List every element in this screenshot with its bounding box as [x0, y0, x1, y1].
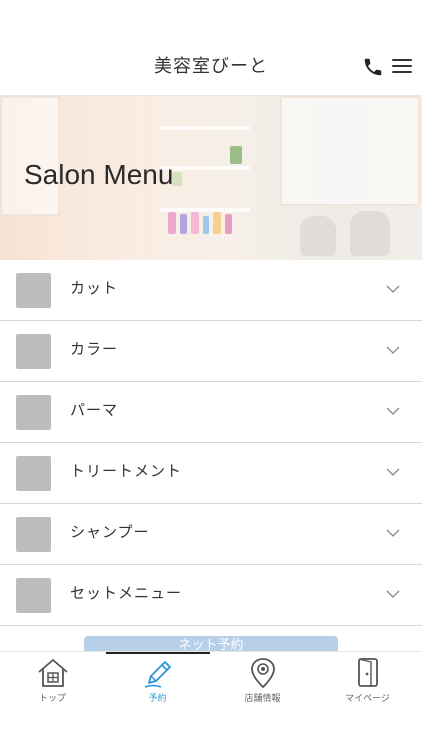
tab-store-info[interactable]: 店舗情報: [210, 652, 315, 712]
menu-thumbnail: [16, 273, 51, 308]
tab-label: 店舗情報: [244, 694, 281, 704]
chevron-down-icon: [386, 468, 400, 476]
chevron-down-icon: [386, 590, 400, 598]
menu-line: [392, 59, 412, 61]
hero-title: Salon Menu: [24, 159, 174, 190]
page-title: 美容室びーと: [154, 56, 268, 77]
pencil-icon: [144, 661, 171, 688]
hamburger-menu-button[interactable]: [392, 59, 412, 77]
door-icon: [358, 658, 378, 687]
tab-mypage[interactable]: マイページ: [315, 652, 420, 712]
menu-item-label: カラー: [70, 340, 119, 358]
salon-menu-list: カット カラー パーマ トリートメント シャンプー セットメニュー: [0, 260, 422, 626]
menu-item-color[interactable]: カラー: [0, 321, 422, 382]
chevron-down-icon: [386, 285, 400, 293]
phone-button[interactable]: [362, 56, 384, 78]
tab-label: トップ: [38, 694, 66, 704]
menu-item-label: パーマ: [70, 401, 119, 419]
bottom-tab-bar: トップ 予約 店舗情報 マイページ: [0, 651, 422, 750]
menu-thumbnail: [16, 334, 51, 369]
menu-item-shampoo[interactable]: シャンプー: [0, 504, 422, 565]
menu-item-perm[interactable]: パーマ: [0, 382, 422, 443]
menu-item-set-menu[interactable]: セットメニュー: [0, 565, 422, 626]
menu-line: [392, 71, 412, 73]
chevron-down-icon: [386, 407, 400, 415]
menu-thumbnail: [16, 517, 51, 552]
menu-thumbnail: [16, 578, 51, 613]
tab-label: 予約: [148, 694, 167, 704]
menu-item-label: トリートメント: [70, 462, 183, 480]
menu-item-cut[interactable]: カット: [0, 260, 422, 321]
menu-item-label: シャンプー: [70, 523, 150, 541]
tab-reservation[interactable]: 予約: [105, 652, 210, 712]
menu-line: [392, 65, 412, 67]
home-icon: [38, 659, 68, 687]
phone-icon: [364, 58, 382, 76]
hero-banner: Salon Menu: [0, 96, 422, 260]
menu-item-label: セットメニュー: [70, 584, 183, 602]
chevron-down-icon: [386, 529, 400, 537]
menu-thumbnail: [16, 456, 51, 491]
tab-top[interactable]: トップ: [0, 652, 105, 712]
menu-item-treatment[interactable]: トリートメント: [0, 443, 422, 504]
menu-thumbnail: [16, 395, 51, 430]
chevron-down-icon: [386, 346, 400, 354]
app-header: 美容室びーと: [0, 0, 422, 96]
tab-label: マイページ: [345, 694, 390, 704]
menu-item-label: カット: [70, 279, 119, 297]
map-pin-icon: [251, 658, 275, 689]
